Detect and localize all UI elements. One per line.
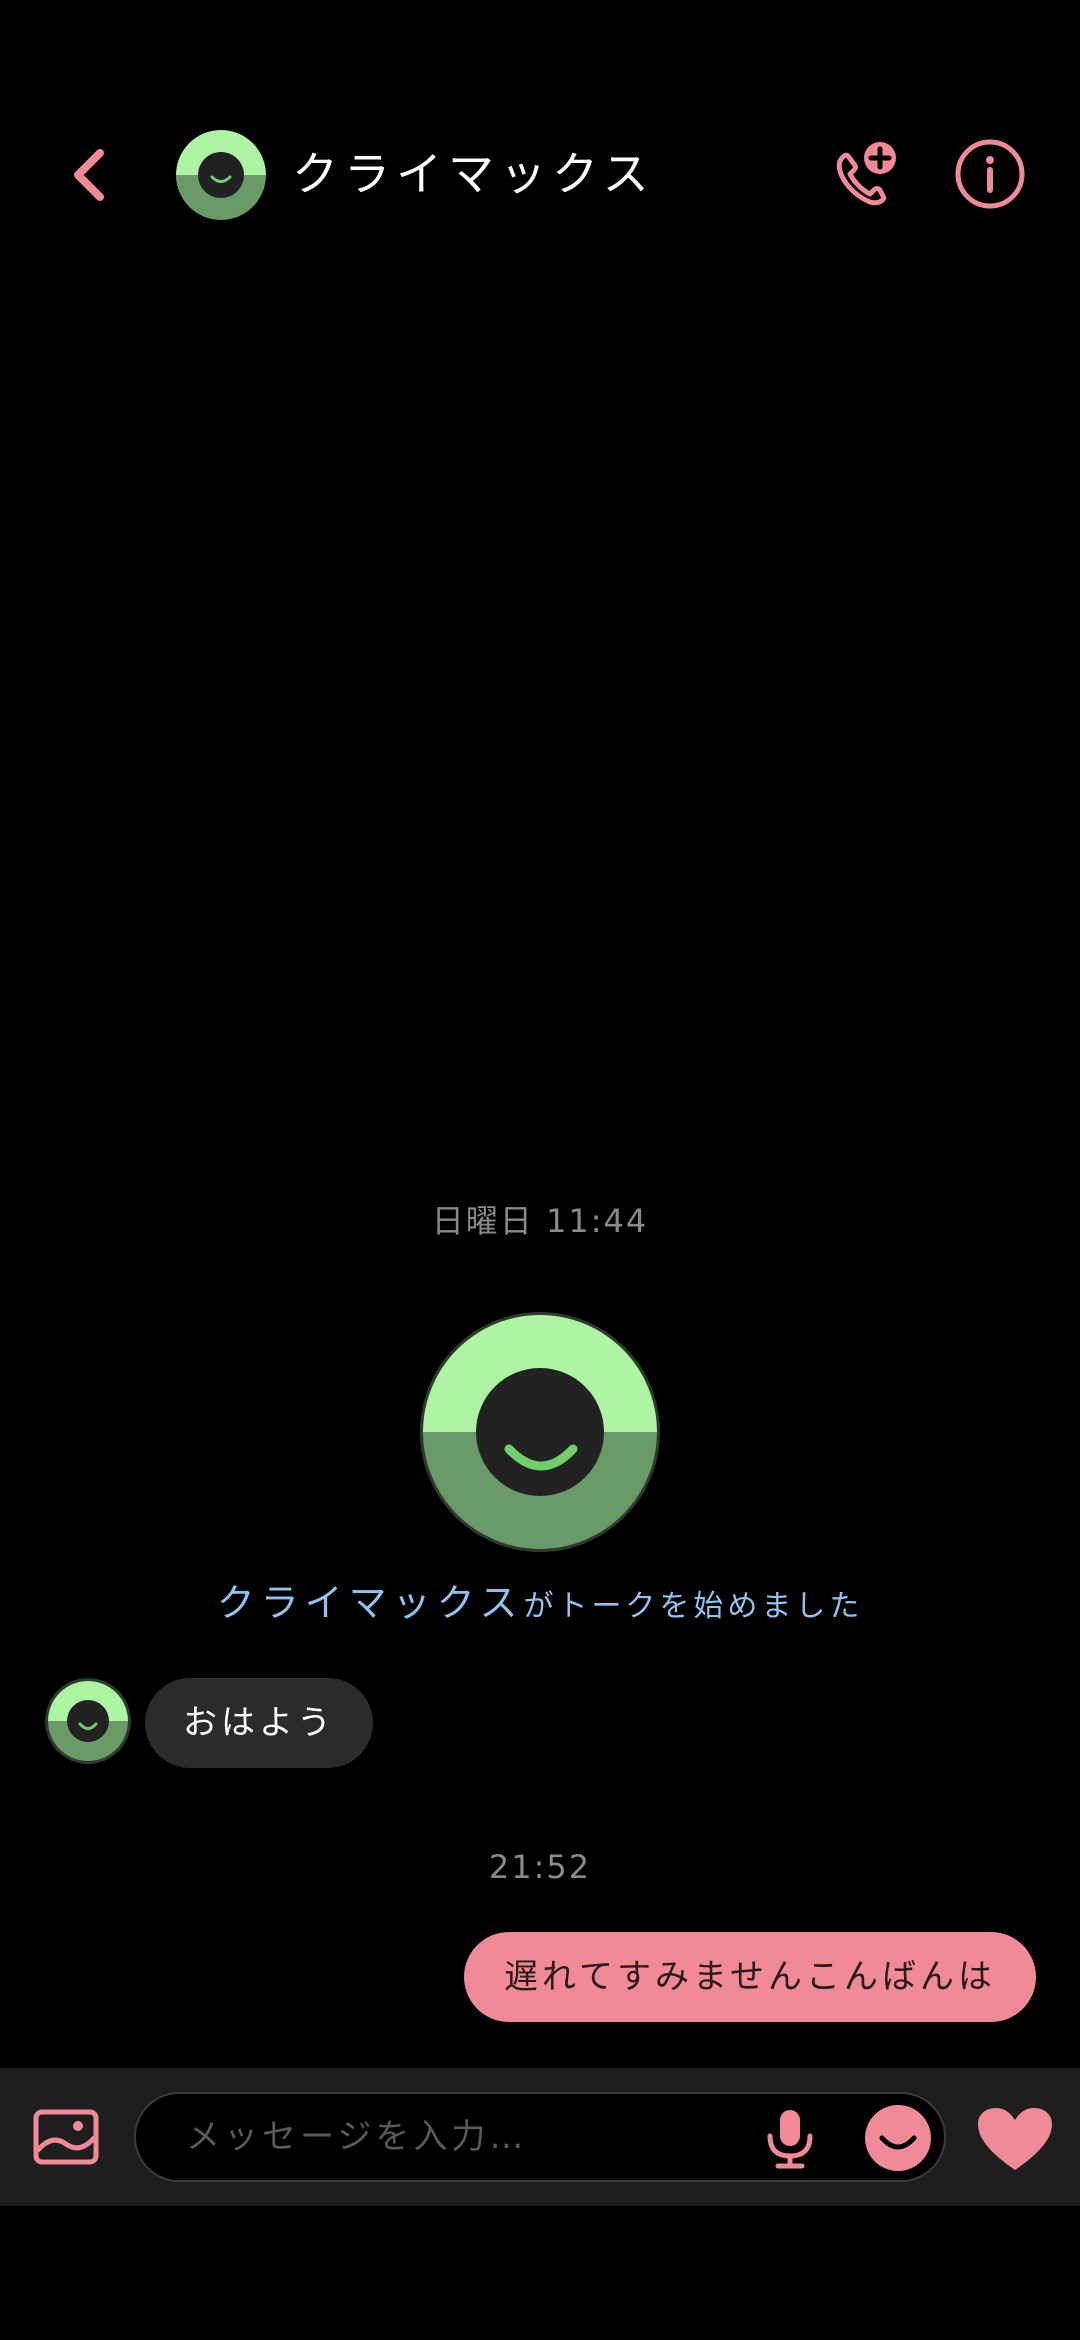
profile-avatar-large[interactable] bbox=[420, 1312, 660, 1552]
add-call-button[interactable] bbox=[826, 138, 902, 214]
smile-icon bbox=[210, 175, 232, 183]
chat-screen: クライマックス 日曜日 11:44 クライマックスがトークを始めました おはよう… bbox=[0, 0, 1080, 2340]
info-button[interactable] bbox=[952, 136, 1028, 212]
heart-icon bbox=[978, 2108, 1052, 2170]
chevron-left-icon bbox=[74, 149, 104, 201]
started-text: がトークを始めました bbox=[523, 1589, 864, 1624]
photo-button[interactable] bbox=[32, 2104, 100, 2170]
chat-title[interactable]: クライマックス bbox=[292, 138, 655, 204]
like-button[interactable] bbox=[976, 2106, 1054, 2172]
sender-avatar[interactable] bbox=[45, 1678, 131, 1764]
add-call-icon bbox=[836, 142, 896, 206]
info-icon bbox=[955, 139, 1025, 209]
chat-header: クライマックス bbox=[0, 110, 1080, 240]
time-label: 21:52 bbox=[488, 1848, 592, 1886]
outgoing-message-bubble[interactable]: 遅れてすみませんこんばんは bbox=[464, 1932, 1036, 2022]
emoji-button[interactable] bbox=[864, 2104, 932, 2172]
smile-icon bbox=[78, 1722, 98, 1730]
microphone-icon bbox=[767, 2110, 813, 2169]
back-button[interactable] bbox=[60, 140, 120, 210]
emoji-icon bbox=[865, 2105, 931, 2171]
incoming-message-bubble[interactable]: おはよう bbox=[145, 1678, 373, 1768]
avatar-face bbox=[67, 1700, 109, 1742]
started-user-name[interactable]: クライマックス bbox=[217, 1581, 524, 1625]
talk-started-notice: クライマックスがトークを始めました bbox=[0, 1572, 1080, 1627]
message-input[interactable]: メッセージを入力… bbox=[134, 2092, 946, 2182]
avatar[interactable] bbox=[176, 130, 266, 220]
message-input-bar: メッセージを入力… bbox=[0, 2068, 1080, 2206]
message-input-placeholder: メッセージを入力… bbox=[186, 2117, 528, 2157]
date-label: 日曜日 11:44 bbox=[431, 1202, 649, 1240]
smile-icon bbox=[504, 1444, 578, 1471]
microphone-button[interactable] bbox=[762, 2108, 818, 2170]
image-icon bbox=[33, 2109, 99, 2165]
